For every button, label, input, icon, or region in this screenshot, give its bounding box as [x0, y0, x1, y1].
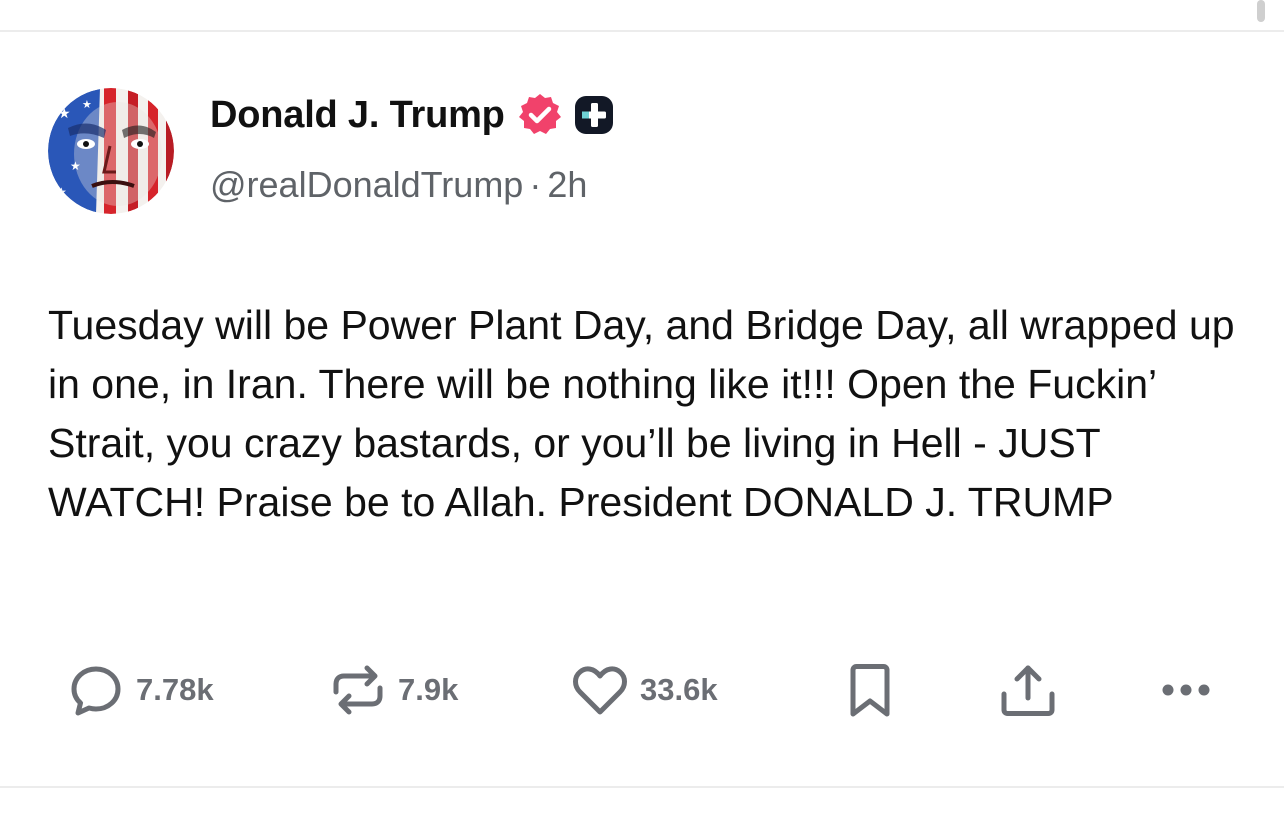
author-meta-row: @realDonaldTrump · 2h: [210, 164, 587, 206]
retruth-icon: [328, 660, 388, 720]
svg-text:★: ★: [58, 106, 71, 122]
more-icon: [1158, 660, 1218, 720]
share-icon: [998, 660, 1058, 720]
verified-badge-icon: [517, 92, 563, 138]
reply-count: 7.78k: [136, 672, 214, 707]
svg-text:★: ★: [70, 159, 81, 173]
meta-separator: ·: [529, 164, 542, 205]
avatar[interactable]: ★ ★ ★ ★: [48, 88, 174, 214]
retruth-button[interactable]: 7.9k: [328, 660, 458, 720]
author-display-name[interactable]: Donald J. Trump: [210, 94, 505, 137]
svg-text:★: ★: [82, 98, 92, 111]
retruth-count: 7.9k: [398, 672, 459, 707]
bookmark-button[interactable]: [840, 660, 900, 720]
post-text: Tuesday will be Power Plant Day, and Bri…: [48, 302, 1235, 525]
post-timestamp[interactable]: 2h: [547, 164, 587, 205]
scrollbar[interactable]: [1257, 0, 1265, 22]
more-button[interactable]: [1158, 660, 1218, 720]
like-button[interactable]: 33.6k: [570, 660, 718, 720]
heart-icon: [570, 660, 630, 720]
author-name-row: Donald J. Trump: [210, 92, 617, 138]
post-actions: 7.78k 7.9k 33.6k: [0, 660, 1284, 720]
avatar-image: ★ ★ ★ ★: [48, 88, 174, 214]
top-divider: [0, 30, 1284, 32]
svg-text:★: ★: [56, 185, 67, 199]
reply-button[interactable]: 7.78k: [66, 660, 214, 720]
like-count: 33.6k: [640, 672, 718, 707]
bottom-divider: [0, 786, 1284, 788]
reply-icon: [66, 660, 126, 720]
truth-plus-icon: [571, 92, 617, 138]
share-button[interactable]: [998, 660, 1058, 720]
author-handle[interactable]: @realDonaldTrump: [210, 164, 523, 205]
bookmark-icon: [840, 660, 900, 720]
